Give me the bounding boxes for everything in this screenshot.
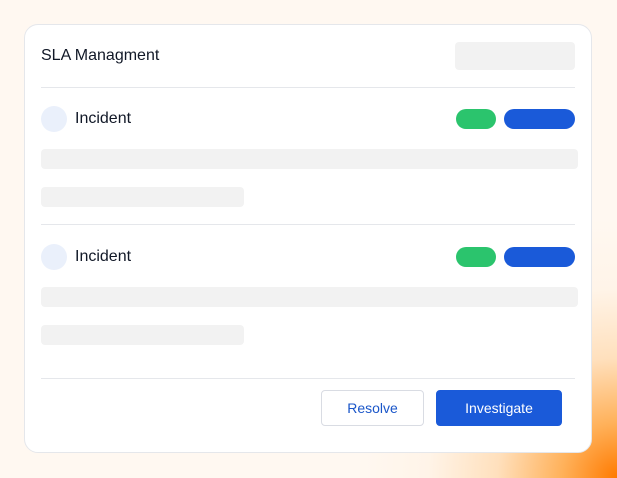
header-placeholder bbox=[455, 42, 575, 70]
status-badge-green bbox=[456, 109, 496, 129]
incident-title: Incident bbox=[75, 248, 132, 265]
header-divider bbox=[41, 87, 575, 88]
status-badge-green bbox=[456, 247, 496, 267]
incident-item-2[interactable]: Incident bbox=[41, 243, 578, 363]
footer-divider bbox=[41, 378, 575, 379]
page-title: SLA Managment bbox=[41, 47, 160, 64]
incident-description-placeholder bbox=[41, 287, 578, 307]
incident-meta-placeholder bbox=[41, 187, 244, 207]
resolve-button[interactable]: Resolve bbox=[321, 390, 424, 426]
avatar bbox=[41, 244, 67, 270]
card-header: SLA Managment bbox=[41, 41, 575, 71]
incident-tags bbox=[456, 247, 575, 267]
incident-meta-placeholder bbox=[41, 325, 244, 345]
incident-left: Incident bbox=[41, 106, 131, 132]
investigate-button[interactable]: Investigate bbox=[436, 390, 562, 426]
incident-title: Incident bbox=[75, 110, 132, 127]
avatar bbox=[41, 106, 67, 132]
incident-left: Incident bbox=[41, 244, 131, 270]
incident-tags bbox=[456, 109, 575, 129]
sla-card: SLA Managment Incident Incident Resolve … bbox=[24, 24, 592, 453]
incident-description-placeholder bbox=[41, 149, 578, 169]
action-buttons: Resolve Investigate bbox=[321, 390, 562, 426]
incident-header: Incident bbox=[41, 243, 575, 271]
incident-header: Incident bbox=[41, 105, 575, 133]
status-badge-blue bbox=[504, 247, 575, 267]
incident-divider bbox=[41, 224, 575, 225]
status-badge-blue bbox=[504, 109, 575, 129]
incident-item-1[interactable]: Incident bbox=[41, 105, 578, 225]
